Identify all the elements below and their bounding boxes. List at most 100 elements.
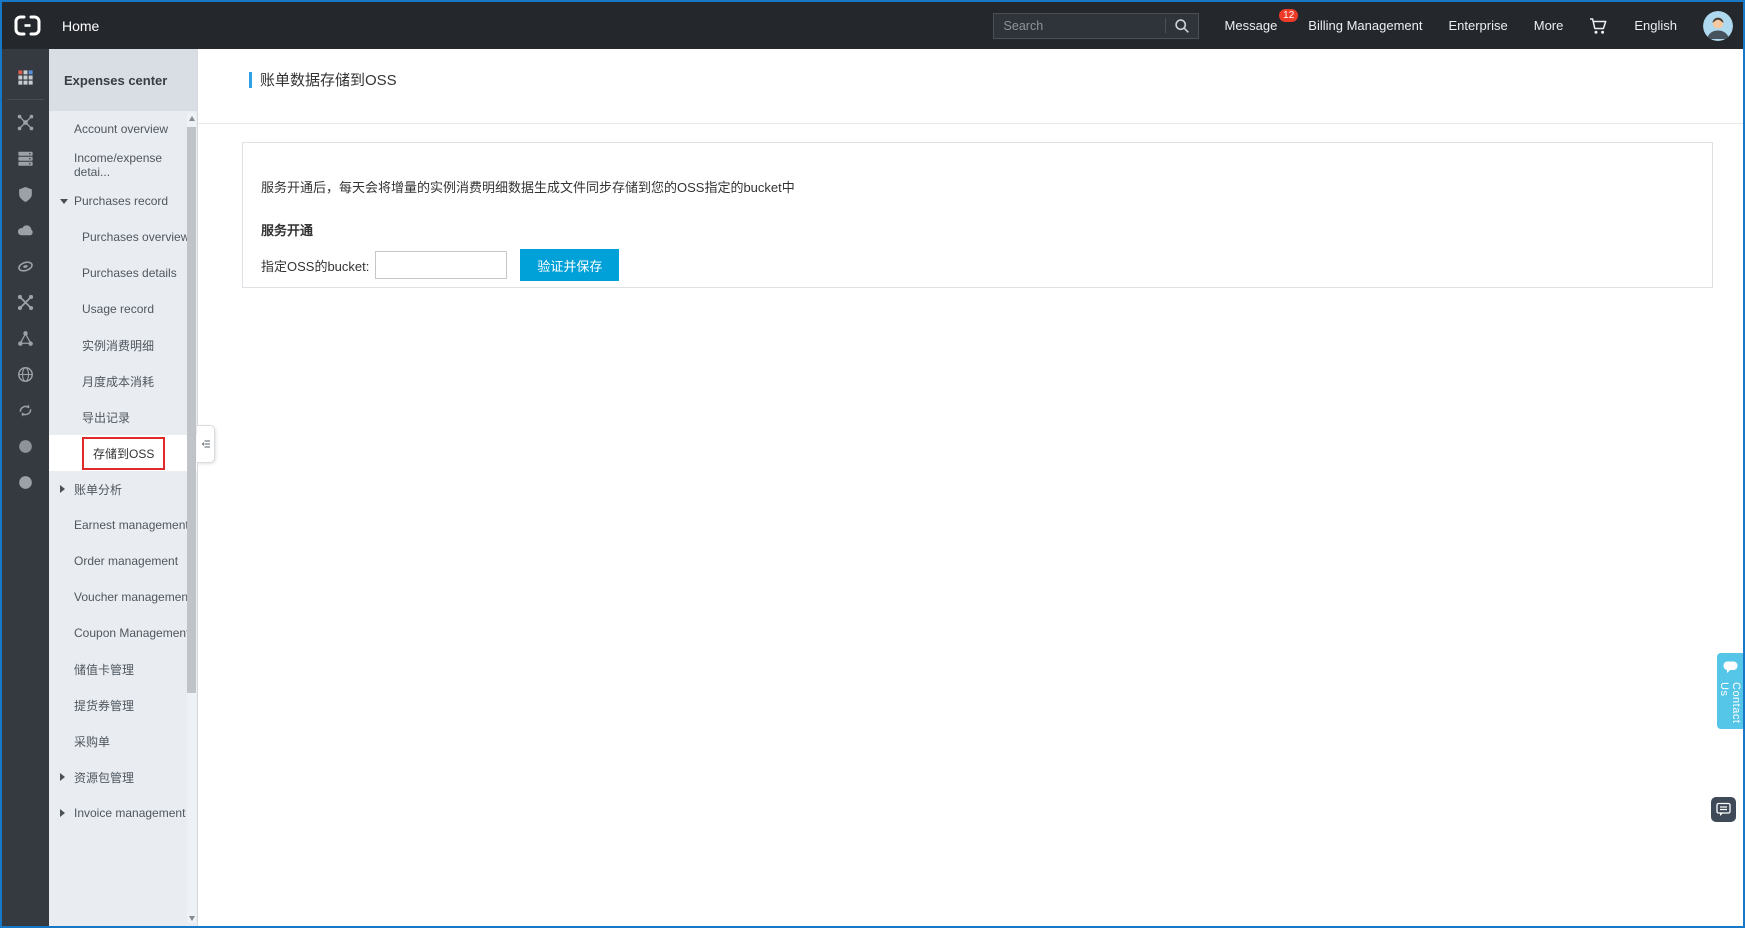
status-dot-2-icon[interactable]: [2, 464, 49, 500]
sidebar-item-label: 导出记录: [82, 409, 130, 426]
sidebar-item-label: Purchases overview: [82, 230, 189, 244]
sidebar-item-oss[interactable]: 存储到OSS: [49, 435, 197, 471]
title-accent-bar: [249, 72, 252, 88]
sidebar-item-voucher-management[interactable]: Voucher management: [49, 579, 197, 615]
app-window: Home Message 12 Billing Management Enter…: [0, 0, 1745, 928]
sidebar-item-cn-15[interactable]: 储值卡管理: [49, 651, 197, 687]
sidebar-item-label: 资源包管理: [74, 769, 134, 786]
chevron-right-icon: [60, 773, 65, 781]
sidebar-item-label: Coupon Management: [74, 626, 189, 640]
main-content: 账单数据存储到OSS 服务开通后，每天会将增量的实例消费明细数据生成文件同步存储…: [198, 49, 1743, 926]
bucket-input[interactable]: [375, 251, 507, 279]
sidebar-item-cn-17[interactable]: 采购单: [49, 723, 197, 759]
topbar: Home Message 12 Billing Management Enter…: [2, 2, 1743, 49]
header-divider: [198, 123, 1743, 124]
sidebar-item-usage-record[interactable]: Usage record: [49, 291, 197, 327]
topology-icon[interactable]: [2, 104, 49, 140]
more-link[interactable]: More: [1534, 18, 1564, 33]
chevron-right-icon: [60, 809, 65, 817]
app-body: Expenses center Account overview Income/e…: [2, 49, 1743, 926]
sidebar-item-label: Account overview: [74, 122, 168, 136]
icon-rail-list: [2, 49, 49, 500]
sidebar-item-label: Earnest management: [74, 518, 189, 532]
sidebar-item-coupon-management[interactable]: Coupon Management: [49, 615, 197, 651]
server-icon[interactable]: [2, 140, 49, 176]
bucket-form-row: 指定OSS的bucket: 验证并保存: [261, 249, 1712, 281]
sidebar-item-cn-6[interactable]: 实例消费明细: [49, 327, 197, 363]
service-description: 服务开通后，每天会将增量的实例消费明细数据生成文件同步存储到您的OSS指定的bu…: [261, 177, 1712, 196]
language-link[interactable]: English: [1634, 18, 1677, 33]
chat-widget-icon[interactable]: [1711, 797, 1736, 822]
bucket-label: 指定OSS的bucket:: [261, 256, 369, 275]
sidebar-item-label: 采购单: [74, 733, 110, 750]
home-link[interactable]: Home: [62, 18, 99, 34]
sidebar-item-income-expense-detai[interactable]: Income/expense detai...: [49, 147, 197, 183]
cross-nodes-icon[interactable]: [2, 284, 49, 320]
contact-us-label: Contact Us: [1718, 682, 1742, 729]
chevron-down-icon: [60, 199, 68, 204]
chevron-right-icon: [60, 485, 65, 493]
sidebar-item-label: 提货券管理: [74, 697, 134, 714]
sidebar-item-label: 实例消费明细: [82, 337, 154, 354]
sidebar: Expenses center Account overview Income/e…: [49, 49, 198, 926]
message-label: Message: [1225, 18, 1278, 33]
sidebar-item-label: Income/expense detai...: [74, 151, 197, 179]
verify-save-button[interactable]: 验证并保存: [520, 249, 619, 281]
icon-rail: [2, 49, 49, 926]
sidebar-item-label: Order management: [74, 554, 178, 568]
search-box: [993, 13, 1199, 39]
cloud-disk-icon[interactable]: [2, 248, 49, 284]
sidebar-scrollbar: [187, 113, 196, 923]
message-count-badge: 12: [1279, 9, 1298, 22]
cloud-sync-icon[interactable]: [2, 392, 49, 428]
cloud-icon[interactable]: [2, 212, 49, 248]
chat-bubble-icon: [1722, 660, 1739, 679]
sidebar-collapse-handle[interactable]: [197, 425, 215, 463]
search-icon[interactable]: [1166, 14, 1198, 38]
cluster-icon[interactable]: [2, 320, 49, 356]
scrollbar-thumb[interactable]: [187, 127, 196, 693]
sidebar-item-invoice-management[interactable]: Invoice management: [49, 795, 197, 831]
cart-icon[interactable]: [1589, 17, 1608, 35]
billing-management-link[interactable]: Billing Management: [1308, 18, 1422, 33]
oss-settings-card: 服务开通后，每天会将增量的实例消费明细数据生成文件同步存储到您的OSS指定的bu…: [242, 142, 1713, 288]
enterprise-link[interactable]: Enterprise: [1448, 18, 1507, 33]
sidebar-menu: Account overview Income/expense detai... P…: [49, 111, 197, 831]
sidebar-item-label-annotated: 存储到OSS: [82, 437, 165, 470]
sidebar-item-order-management[interactable]: Order management: [49, 543, 197, 579]
globe-icon[interactable]: [2, 356, 49, 392]
sidebar-item-purchases-overview[interactable]: Purchases overview: [49, 219, 197, 255]
sidebar-title: Expenses center: [49, 49, 197, 111]
contact-us-tab[interactable]: Contact Us: [1717, 653, 1743, 729]
sidebar-item-purchases-record[interactable]: Purchases record: [49, 183, 197, 219]
scroll-down-arrow-icon[interactable]: [187, 913, 196, 923]
sidebar-item-label: Voucher management: [74, 590, 191, 604]
sidebar-item-purchases-details[interactable]: Purchases details: [49, 255, 197, 291]
sidebar-item-label: Usage record: [82, 302, 154, 316]
sidebar-item-label: Purchases record: [74, 194, 168, 208]
page-title: 账单数据存储到OSS: [260, 69, 397, 90]
sidebar-item-cn-18[interactable]: 资源包管理: [49, 759, 197, 795]
sidebar-item-label: 账单分析: [74, 481, 122, 498]
topbar-nav: Message 12 Billing Management Enterprise…: [1225, 11, 1733, 41]
service-activation-title: 服务开通: [261, 220, 1712, 239]
sidebar-item-label: 储值卡管理: [74, 661, 134, 678]
sidebar-item-earnest-management[interactable]: Earnest management: [49, 507, 197, 543]
scroll-up-arrow-icon[interactable]: [187, 113, 196, 123]
alibaba-cloud-logo-icon[interactable]: [14, 15, 41, 36]
apps-grid-icon[interactable]: [2, 59, 49, 95]
sidebar-item-label: 月度成本消耗: [82, 373, 154, 390]
page-header: 账单数据存储到OSS: [198, 49, 1743, 90]
message-link[interactable]: Message 12: [1225, 18, 1278, 33]
status-dot-icon[interactable]: [2, 428, 49, 464]
sidebar-item-cn-16[interactable]: 提货券管理: [49, 687, 197, 723]
sidebar-item-account-overview[interactable]: Account overview: [49, 111, 197, 147]
sidebar-item-cn-7[interactable]: 月度成本消耗: [49, 363, 197, 399]
search-input[interactable]: [994, 19, 1165, 33]
security-icon[interactable]: [2, 176, 49, 212]
avatar[interactable]: [1703, 11, 1733, 41]
sidebar-item-cn-10[interactable]: 账单分析: [49, 471, 197, 507]
sidebar-item-label: Purchases details: [82, 266, 177, 280]
sidebar-item-label: Invoice management: [74, 806, 185, 820]
sidebar-item-cn-8[interactable]: 导出记录: [49, 399, 197, 435]
